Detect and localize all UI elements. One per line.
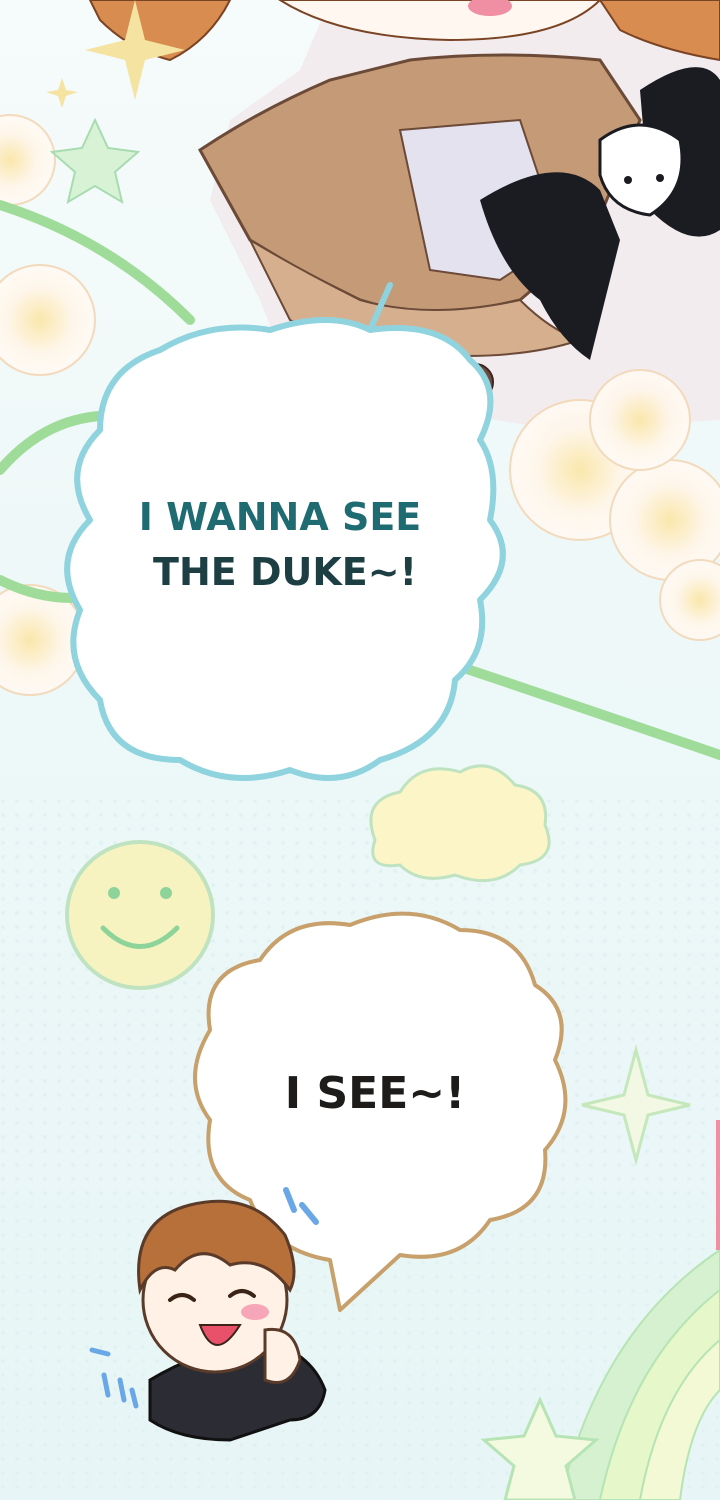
speech-bubble-1: I WANNA SEE THE DUKE~! — [64, 282, 506, 781]
comic-panel: I WANNA SEE THE DUKE~! I SEE~! — [0, 0, 720, 1500]
panel-artwork: I WANNA SEE THE DUKE~! I SEE~! — [0, 0, 720, 1500]
bubble-1-line-2: THE DUKE~! — [153, 550, 417, 594]
bubble-2-text: I SEE~! — [285, 1068, 465, 1119]
sparkle-icon — [46, 78, 78, 108]
bubble-1-line-1: I WANNA SEE — [139, 495, 422, 539]
edge-stripe — [716, 1120, 720, 1250]
cloud-icon — [369, 764, 551, 883]
star-icon — [49, 117, 141, 205]
smiley-icon — [65, 840, 215, 990]
